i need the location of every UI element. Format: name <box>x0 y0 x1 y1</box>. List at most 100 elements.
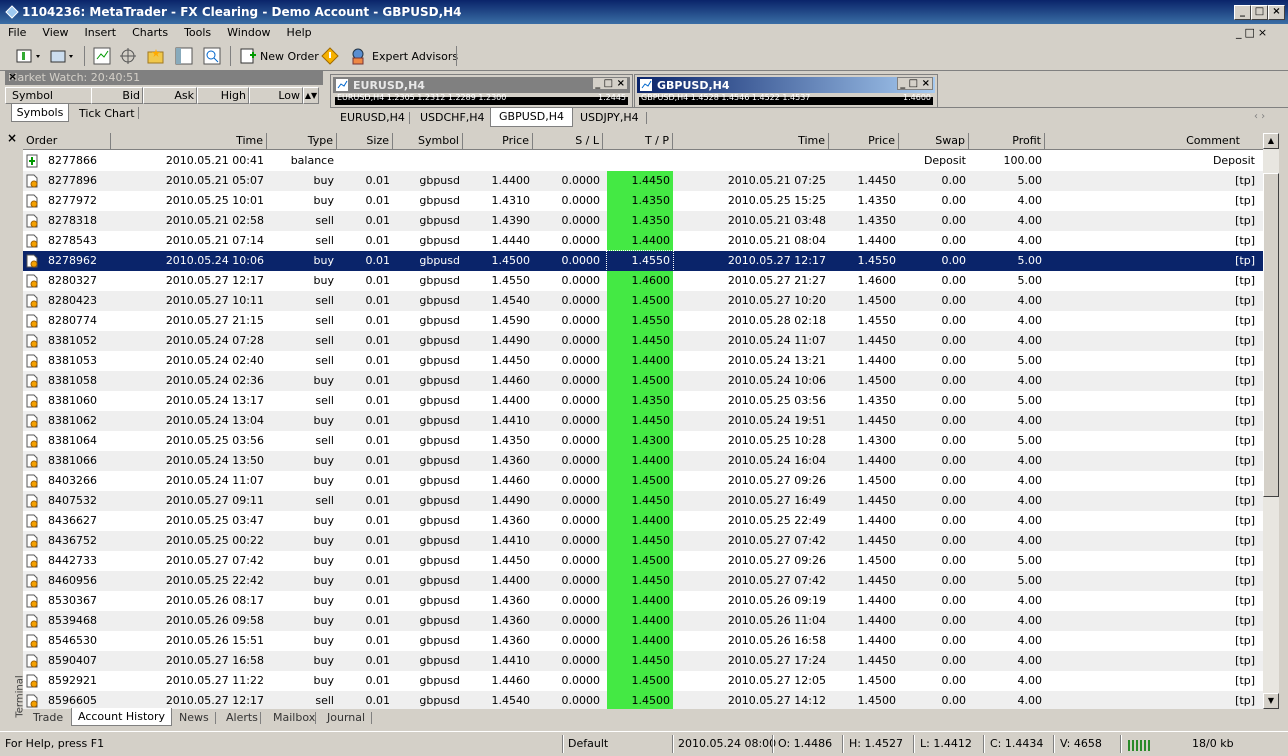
expert-advisors-icon[interactable] <box>348 46 368 66</box>
status-profile[interactable]: Default <box>568 736 608 752</box>
menu-window[interactable]: Window <box>219 24 278 39</box>
tab-mailbox[interactable]: Mailbox <box>267 710 321 725</box>
connection-bars-icon[interactable] <box>1128 738 1152 751</box>
column-price[interactable]: Price <box>463 133 533 150</box>
vertical-scrollbar[interactable]: ▲ ▼ <box>1263 133 1279 709</box>
table-row[interactable]: 8280423 2010.05.27 10:11 sell 0.01 gbpusd 1.4… <box>23 291 1265 311</box>
table-row[interactable]: 8539468 2010.05.26 09:58 buy 0.01 gbpusd 1.43… <box>23 611 1265 631</box>
menu-help[interactable]: Help <box>279 24 320 39</box>
close-button[interactable]: × <box>1268 5 1285 20</box>
table-row[interactable]: 8277896 2010.05.21 05:07 buy 0.01 gbpusd 1.44… <box>23 171 1265 191</box>
column-close-price[interactable]: Price <box>829 133 899 150</box>
column-symbol[interactable]: Symbol <box>393 133 463 150</box>
table-row[interactable]: 8280327 2010.05.27 12:17 buy 0.01 gbpusd 1.45… <box>23 271 1265 291</box>
table-row[interactable]: 8278543 2010.05.21 07:14 sell 0.01 gbpusd 1.4… <box>23 231 1265 251</box>
minimize-button[interactable]: _ <box>1234 5 1251 20</box>
folder-star-icon[interactable] <box>146 46 166 66</box>
table-row[interactable]: 8381052 2010.05.24 07:28 sell 0.01 gbpusd 1.4… <box>23 331 1265 351</box>
table-row[interactable]: 8436627 2010.05.25 03:47 buy 0.01 gbpusd 1.43… <box>23 511 1265 531</box>
new-chart-icon[interactable] <box>14 46 42 66</box>
column-type[interactable]: Type <box>267 133 337 150</box>
column-high[interactable]: High <box>197 87 249 104</box>
menu-view[interactable]: View <box>34 24 76 39</box>
table-row[interactable]: 8403266 2010.05.24 11:07 buy 0.01 gbpusd 1.44… <box>23 471 1265 491</box>
column-ask[interactable]: Ask <box>143 87 197 104</box>
table-row[interactable]: 8278318 2010.05.21 02:58 sell 0.01 gbpusd 1.4… <box>23 211 1265 231</box>
navigator-icon[interactable] <box>118 46 138 66</box>
chart-window-gbpusd[interactable]: GBPUSD,H4 _ □ × GBPUSD,H4 1.4528 1.4546 … <box>634 74 938 108</box>
maximize-button[interactable]: □ <box>1251 5 1268 20</box>
table-row[interactable]: 8277866 2010.05.21 00:41 balance Deposit 100… <box>23 151 1265 171</box>
table-row[interactable]: 8381060 2010.05.24 13:17 sell 0.01 gbpusd 1.4… <box>23 391 1265 411</box>
table-row[interactable]: 8277972 2010.05.25 10:01 buy 0.01 gbpusd 1.43… <box>23 191 1265 211</box>
scroll-down-icon[interactable]: ▼ <box>1263 693 1279 709</box>
column-tp[interactable]: T / P <box>603 133 673 150</box>
tab-usdjpy-h4[interactable]: USDJPY,H4 <box>572 110 647 125</box>
table-row[interactable]: 8590407 2010.05.27 16:58 buy 0.01 gbpusd 1.44… <box>23 651 1265 671</box>
market-watch-icon[interactable] <box>92 46 112 66</box>
scroll-arrows-icon[interactable]: ▲▼ <box>303 87 319 104</box>
table-row[interactable]: 8278962 2010.05.24 10:06 buy 0.01 gbpusd 1.45… <box>23 250 1265 272</box>
chart-window-eurusd[interactable]: EURUSD,H4 _ □ × EURUSD,H4 1.2305 1.2312 … <box>330 74 633 108</box>
tab-alerts[interactable]: Alerts <box>220 710 264 725</box>
table-row[interactable]: 8407532 2010.05.27 09:11 sell 0.01 gbpusd 1.4… <box>23 491 1265 511</box>
column-profit[interactable]: Profit <box>969 133 1045 150</box>
chart-window-controls[interactable]: _ □ × <box>897 77 933 90</box>
table-row[interactable]: 8381064 2010.05.25 03:56 sell 0.01 gbpusd 1.4… <box>23 431 1265 451</box>
column-size[interactable]: Size <box>337 133 393 150</box>
tab-symbols[interactable]: Symbols <box>11 104 69 122</box>
new-order-button[interactable]: New Order <box>260 50 319 63</box>
table-row[interactable]: 8460956 2010.05.25 22:42 buy 0.01 gbpusd 1.44… <box>23 571 1265 591</box>
tab-news[interactable]: News <box>173 710 215 725</box>
tab-trade[interactable]: Trade <box>27 710 69 725</box>
menu-insert[interactable]: Insert <box>77 24 125 39</box>
strategy-tester-icon[interactable] <box>202 46 222 66</box>
close-icon[interactable]: × <box>7 131 17 145</box>
table-row[interactable]: 8381062 2010.05.24 13:04 buy 0.01 gbpusd 1.44… <box>23 411 1265 431</box>
table-row[interactable]: 8596605 2010.05.27 12:17 sell 0.01 gbpusd 1.4… <box>23 691 1265 709</box>
tab-scroll-icon[interactable]: ‹ › <box>1254 111 1265 122</box>
scroll-up-icon[interactable]: ▲ <box>1263 133 1279 149</box>
table-row[interactable]: 8381066 2010.05.24 13:50 buy 0.01 gbpusd 1.43… <box>23 451 1265 471</box>
status-separator <box>1120 735 1122 753</box>
column-order[interactable]: Order <box>23 133 111 150</box>
cell-size: 0.01 <box>365 674 391 687</box>
cell-swap: 0.00 <box>941 214 967 227</box>
column-comment[interactable]: Comment <box>1045 133 1265 150</box>
tab-tick-chart[interactable]: Tick Chart <box>75 106 139 121</box>
tab-eurusd-h4[interactable]: EURUSD,H4 <box>332 110 413 125</box>
expert-advisors-button[interactable]: Expert Advisors <box>372 50 458 63</box>
profiles-icon[interactable] <box>48 46 76 66</box>
menu-file[interactable]: File <box>0 24 34 39</box>
terminal-icon[interactable] <box>174 46 194 66</box>
column-swap[interactable]: Swap <box>899 133 969 150</box>
table-row[interactable]: 8592921 2010.05.27 11:22 buy 0.01 gbpusd 1.44… <box>23 671 1265 691</box>
column-time[interactable]: Time <box>111 133 267 150</box>
column-close-time[interactable]: Time <box>673 133 829 150</box>
close-icon[interactable]: × <box>8 70 320 83</box>
column-symbol[interactable]: Symbol <box>5 87 93 104</box>
menu-charts[interactable]: Charts <box>124 24 176 39</box>
cell-tp: 1.4500 <box>607 291 673 311</box>
table-row[interactable]: 8442733 2010.05.27 07:42 buy 0.01 gbpusd 1.44… <box>23 551 1265 571</box>
table-row[interactable]: 8546530 2010.05.26 15:51 buy 0.01 gbpusd 1.43… <box>23 631 1265 651</box>
tab-journal[interactable]: Journal <box>321 710 371 725</box>
chart-window-controls[interactable]: _ □ × <box>592 77 628 90</box>
column-bid[interactable]: Bid <box>91 87 143 104</box>
table-row[interactable]: 8381058 2010.05.24 02:36 buy 0.01 gbpusd 1.44… <box>23 371 1265 391</box>
new-order-icon[interactable] <box>238 46 258 66</box>
table-row[interactable]: 8280774 2010.05.27 21:15 sell 0.01 gbpusd 1.4… <box>23 311 1265 331</box>
mdi-window-buttons[interactable]: _□× <box>1236 26 1270 39</box>
tab-usdchf-h4[interactable]: USDCHF,H4 <box>412 110 493 125</box>
chart-tabs-bar: EURUSD,H4 USDCHF,H4 GBPUSD,H4 USDJPY,H4 … <box>330 107 1288 128</box>
tab-gbpusd-h4[interactable]: GBPUSD,H4 <box>490 108 573 127</box>
scrollbar-thumb[interactable] <box>1263 173 1279 497</box>
menu-tools[interactable]: Tools <box>176 24 219 39</box>
column-sl[interactable]: S / L <box>533 133 603 150</box>
table-row[interactable]: 8381053 2010.05.24 02:40 sell 0.01 gbpusd 1.4… <box>23 351 1265 371</box>
tab-account-history[interactable]: Account History <box>71 708 173 726</box>
column-low[interactable]: Low <box>249 87 303 104</box>
table-row[interactable]: 8436752 2010.05.25 00:22 buy 0.01 gbpusd 1.44… <box>23 531 1265 551</box>
table-row[interactable]: 8530367 2010.05.26 08:17 buy 0.01 gbpusd 1.43… <box>23 591 1265 611</box>
alert-diamond-icon[interactable] <box>320 46 340 66</box>
